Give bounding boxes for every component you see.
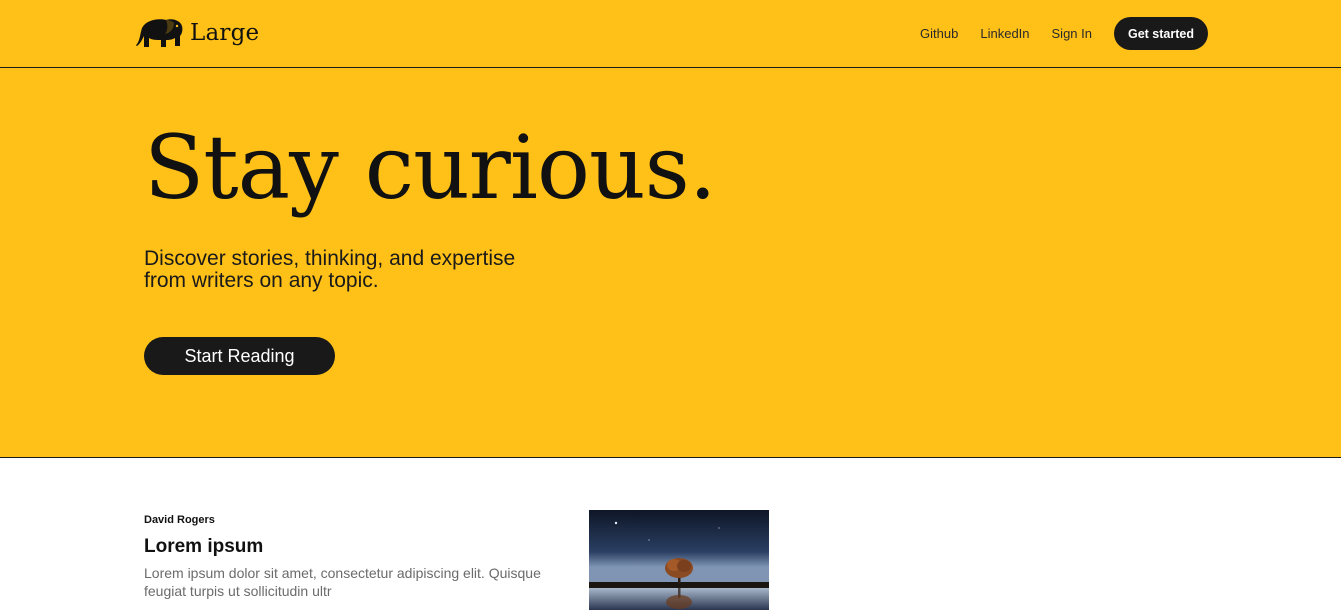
top-nav: Github LinkedIn Sign In Get started <box>920 17 1208 50</box>
article-author[interactable]: David Rogers <box>144 514 215 526</box>
brand-name: Large <box>190 20 260 46</box>
article-excerpt: Lorem ipsum dolor sit amet, consectetur … <box>144 565 541 599</box>
nav-linkedin-link[interactable]: LinkedIn <box>980 26 1029 41</box>
nav-github-link[interactable]: Github <box>920 26 958 41</box>
article-card[interactable]: David Rogers Lorem ipsum Lorem ipsum dol… <box>144 510 769 610</box>
article-thumbnail[interactable] <box>589 510 769 610</box>
hero-title: Stay curious. <box>144 116 717 219</box>
elephant-icon <box>136 16 184 50</box>
brand-logo[interactable]: Large <box>136 16 259 50</box>
nav-sign-in-link[interactable]: Sign In <box>1052 26 1092 41</box>
site-header: Large Github LinkedIn Sign In Get starte… <box>0 0 1341 68</box>
article-title[interactable]: Lorem ipsum <box>144 536 263 558</box>
hero-section: Stay curious. Discover stories, thinking… <box>0 68 1341 458</box>
start-reading-button[interactable]: Start Reading <box>144 337 335 375</box>
get-started-button[interactable]: Get started <box>1114 17 1208 50</box>
hero-subtitle: Discover stories, thinking, and expertis… <box>144 247 516 292</box>
